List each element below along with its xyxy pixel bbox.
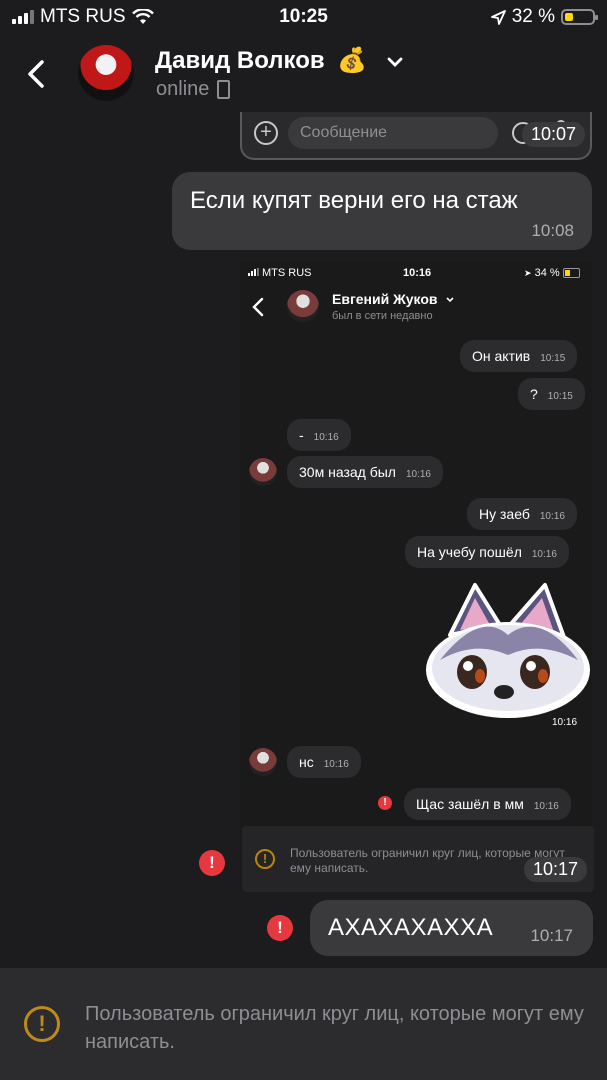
contact-name: Давид Волков xyxy=(155,47,325,74)
status-bar: MTS RUS 10:25 32 % xyxy=(0,0,607,34)
phone-device-icon xyxy=(217,80,231,99)
message-input-image: Сообщение xyxy=(288,117,498,149)
contact-status-row: online xyxy=(156,78,231,101)
inner-message: Щас зашёл в мм 10:16 xyxy=(404,788,571,820)
inner-message: Он актив 10:15 xyxy=(460,340,578,372)
sticker-time: 10:16 xyxy=(547,716,583,729)
avatar[interactable] xyxy=(78,45,134,101)
message-time: 10:07 xyxy=(522,122,586,147)
inner-avatar xyxy=(249,458,277,486)
message-time: 10:08 xyxy=(531,221,574,240)
online-status: online xyxy=(156,78,210,100)
inner-avatar xyxy=(249,748,277,776)
inner-carrier-name: MTS RUS xyxy=(262,267,312,279)
inner-back-chevron-icon xyxy=(252,297,264,317)
battery-level xyxy=(565,13,574,21)
message-time: 10:17 xyxy=(530,926,573,945)
battery-percent: 32 % xyxy=(511,6,555,27)
outgoing-message[interactable]: Если купят верни его на стаж 10:08 xyxy=(172,172,592,250)
inner-status-right: ➤ 34 % xyxy=(524,267,580,279)
inner-message: ? 10:15 xyxy=(518,378,585,410)
inner-warning-time: 10:17 xyxy=(524,857,588,882)
inner-warning-icon: ! xyxy=(255,849,275,869)
inner-clock: 10:16 xyxy=(403,267,432,279)
error-icon[interactable]: ! xyxy=(199,850,225,876)
location-arrow-icon xyxy=(490,9,506,25)
husky-sticker-image xyxy=(426,583,590,718)
inner-carrier: MTS RUS xyxy=(248,267,312,279)
outgoing-message[interactable]: АХАХАХАХХА 10:17 xyxy=(310,900,593,956)
inner-error-icon: ! xyxy=(378,796,392,810)
restriction-text: Пользователь ограничил круг лиц, которые… xyxy=(85,1003,584,1053)
inner-battery-percent: 34 % xyxy=(534,267,560,279)
warning-icon: ! xyxy=(24,1006,60,1042)
inner-chevron-down-icon xyxy=(446,297,455,303)
money-bag-emoji: 💰 xyxy=(337,47,368,74)
contact-name-row[interactable]: Давид Волков 💰 xyxy=(155,46,404,75)
inner-message: 30м назад был 10:16 xyxy=(287,456,443,488)
inner-contact-name-row: Евгений Жуков xyxy=(332,291,455,307)
message-text: Если купят верни его на стаж xyxy=(190,187,518,214)
chevron-down-icon[interactable] xyxy=(386,56,404,68)
battery-icon xyxy=(561,9,598,25)
inner-message: -10:16 xyxy=(287,419,351,451)
status-right: 32 % xyxy=(490,6,598,28)
inner-contact-name: Евгений Жуков xyxy=(332,291,438,307)
inner-message: На учебу пошёл 10:16 xyxy=(405,536,569,568)
inner-contact-status: был в сети недавно xyxy=(332,310,433,322)
inner-avatar xyxy=(287,290,319,322)
inner-message: Ну заеб 10:16 xyxy=(467,498,577,530)
back-chevron-icon[interactable] xyxy=(16,52,60,96)
inner-message: нс 10:16 xyxy=(287,746,361,778)
message-text: АХАХАХАХХА xyxy=(328,914,494,941)
plus-icon: + xyxy=(254,121,278,145)
error-icon[interactable]: ! xyxy=(267,915,293,941)
